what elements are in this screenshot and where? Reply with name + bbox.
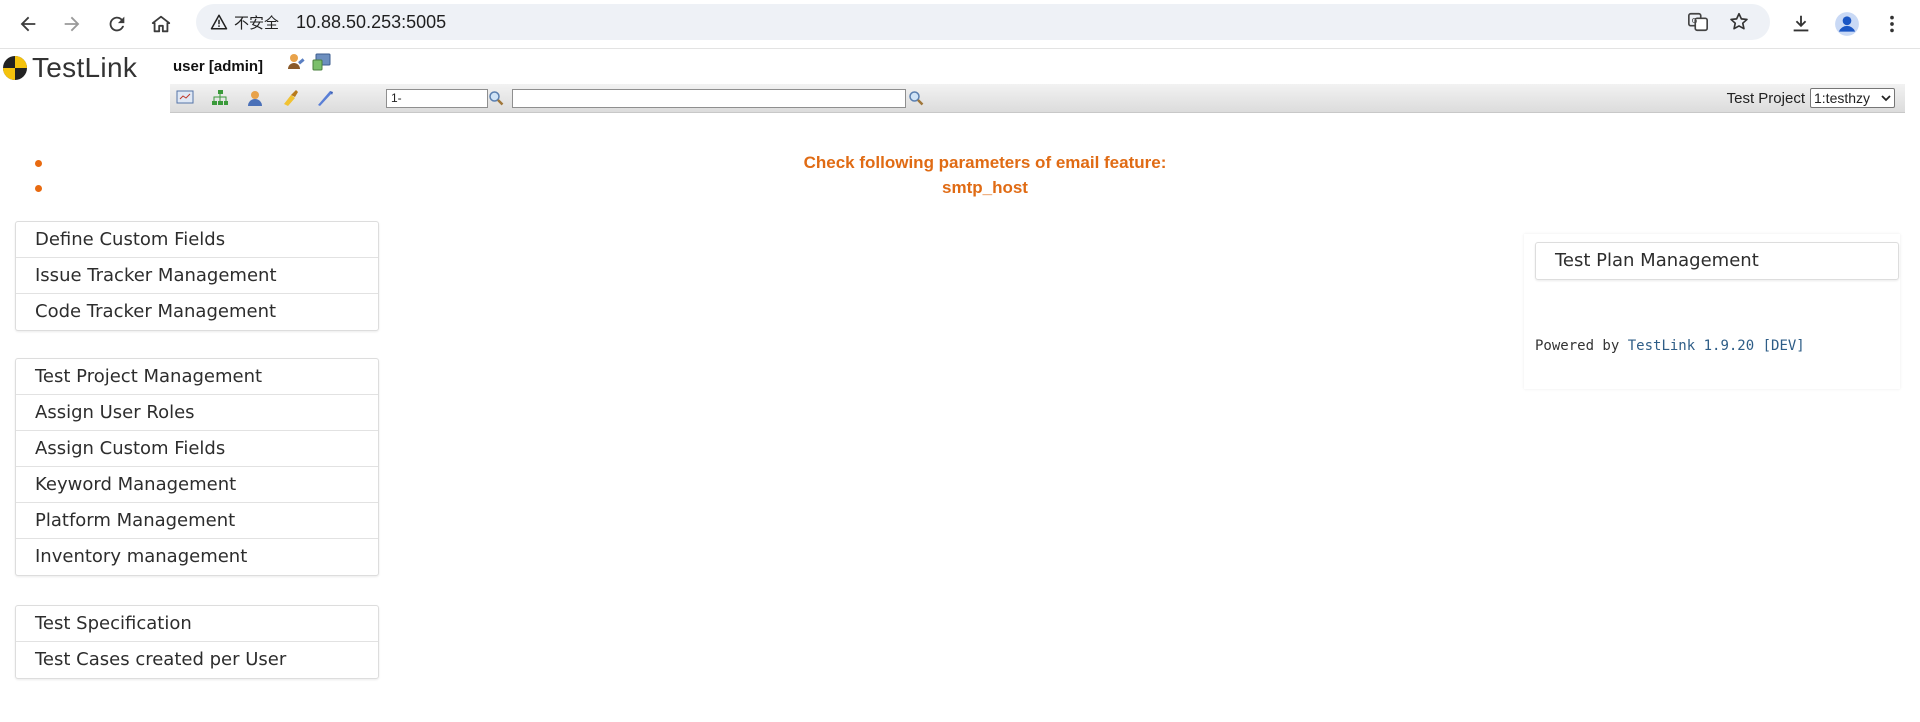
testlink-toolbar: 1- Test Project 1:testhzy <box>170 84 1905 113</box>
back-button[interactable] <box>10 6 46 42</box>
powered-by-text: Powered by <box>1535 338 1620 354</box>
warning-icon <box>210 14 228 30</box>
project-menu: Test Project Management Assign User Role… <box>15 358 379 576</box>
execution-icon[interactable] <box>281 89 299 107</box>
chevron-down-icon <box>1881 95 1891 102</box>
testlink-logo-icon <box>3 56 27 80</box>
bookmark-star-icon[interactable] <box>1727 10 1751 34</box>
testlink-version-link[interactable]: TestLink 1.9.20 [DEV] <box>1628 338 1805 354</box>
menu-platform-management[interactable]: Platform Management <box>16 503 378 539</box>
url-text[interactable]: 10.88.50.253:5005 <box>296 4 446 40</box>
logo-text: TestLink <box>32 52 138 83</box>
testcase-search-icon[interactable] <box>488 90 506 108</box>
menu-test-plan-management[interactable]: Test Plan Management <box>1536 243 1898 279</box>
logout-icon[interactable] <box>312 52 332 72</box>
menu-assign-custom-fields[interactable]: Assign Custom Fields <box>16 431 378 467</box>
security-label: 不安全 <box>234 13 280 32</box>
more-vert-icon <box>1890 15 1894 33</box>
menu-inventory-management[interactable]: Inventory management <box>16 539 378 575</box>
reports-icon[interactable] <box>316 89 334 107</box>
reload-icon <box>109 16 125 32</box>
site-security-chip[interactable]: 不安全 <box>204 9 289 35</box>
download-icon <box>1793 15 1809 32</box>
menu-keyword-management[interactable]: Keyword Management <box>16 467 378 503</box>
menu-assign-user-roles[interactable]: Assign User Roles <box>16 395 378 431</box>
reload-button[interactable] <box>99 6 135 42</box>
testcase-id-input[interactable]: 1- <box>386 89 488 108</box>
menu-code-tracker-management[interactable]: Code Tracker Management <box>16 294 378 330</box>
test-spec-tree-icon[interactable] <box>211 89 229 107</box>
address-bar[interactable]: 不安全 10.88.50.253:5005 G <box>196 4 1770 40</box>
menu-test-project-management[interactable]: Test Project Management <box>16 359 378 395</box>
profile-button[interactable] <box>1829 6 1865 42</box>
specification-menu: Test Specification Test Cases created pe… <box>15 605 379 679</box>
right-panel: Test Plan Management Powered by TestLink… <box>1524 234 1900 389</box>
email-warning-message: Check following parameters of email feat… <box>803 153 1167 172</box>
email-warning-param: smtp_host <box>942 178 1028 197</box>
test-project-select[interactable]: 1:testhzy <box>1810 88 1895 108</box>
home-icon <box>151 15 171 33</box>
avatar-icon <box>1835 12 1859 36</box>
desktop-home-icon[interactable] <box>176 89 194 107</box>
test-project-label: Test Project <box>1726 90 1805 107</box>
user-management-icon[interactable] <box>246 89 264 107</box>
forward-button[interactable] <box>54 6 90 42</box>
menu-define-custom-fields[interactable]: Define Custom Fields <box>16 222 378 258</box>
download-button[interactable] <box>1783 6 1819 42</box>
my-settings-icon[interactable] <box>286 52 306 72</box>
translate-icon[interactable]: G <box>1686 10 1710 34</box>
browser-menu-button[interactable] <box>1874 6 1910 42</box>
text-search-input[interactable] <box>512 89 906 108</box>
text-search-icon[interactable] <box>908 90 926 108</box>
menu-test-specification[interactable]: Test Specification <box>16 606 378 642</box>
menu-issue-tracker-management[interactable]: Issue Tracker Management <box>16 258 378 294</box>
arrow-left-icon <box>20 16 36 32</box>
arrow-right-icon <box>64 16 80 32</box>
svg-text:G: G <box>1692 16 1698 25</box>
current-user: user [admin] <box>173 58 264 75</box>
home-button[interactable] <box>143 6 179 42</box>
system-menu: Define Custom Fields Issue Tracker Manag… <box>15 221 379 331</box>
browser-toolbar: 不安全 10.88.50.253:5005 G <box>0 0 1920 49</box>
testlink-logo[interactable]: TestLink <box>2 52 137 84</box>
powered-by: Powered by TestLink 1.9.20 [DEV] <box>1535 338 1805 354</box>
test-project-selected: 1:testhzy <box>1814 90 1871 106</box>
test-plan-menu: Test Plan Management <box>1535 242 1899 280</box>
menu-test-cases-created-per-user[interactable]: Test Cases created per User <box>16 642 378 678</box>
